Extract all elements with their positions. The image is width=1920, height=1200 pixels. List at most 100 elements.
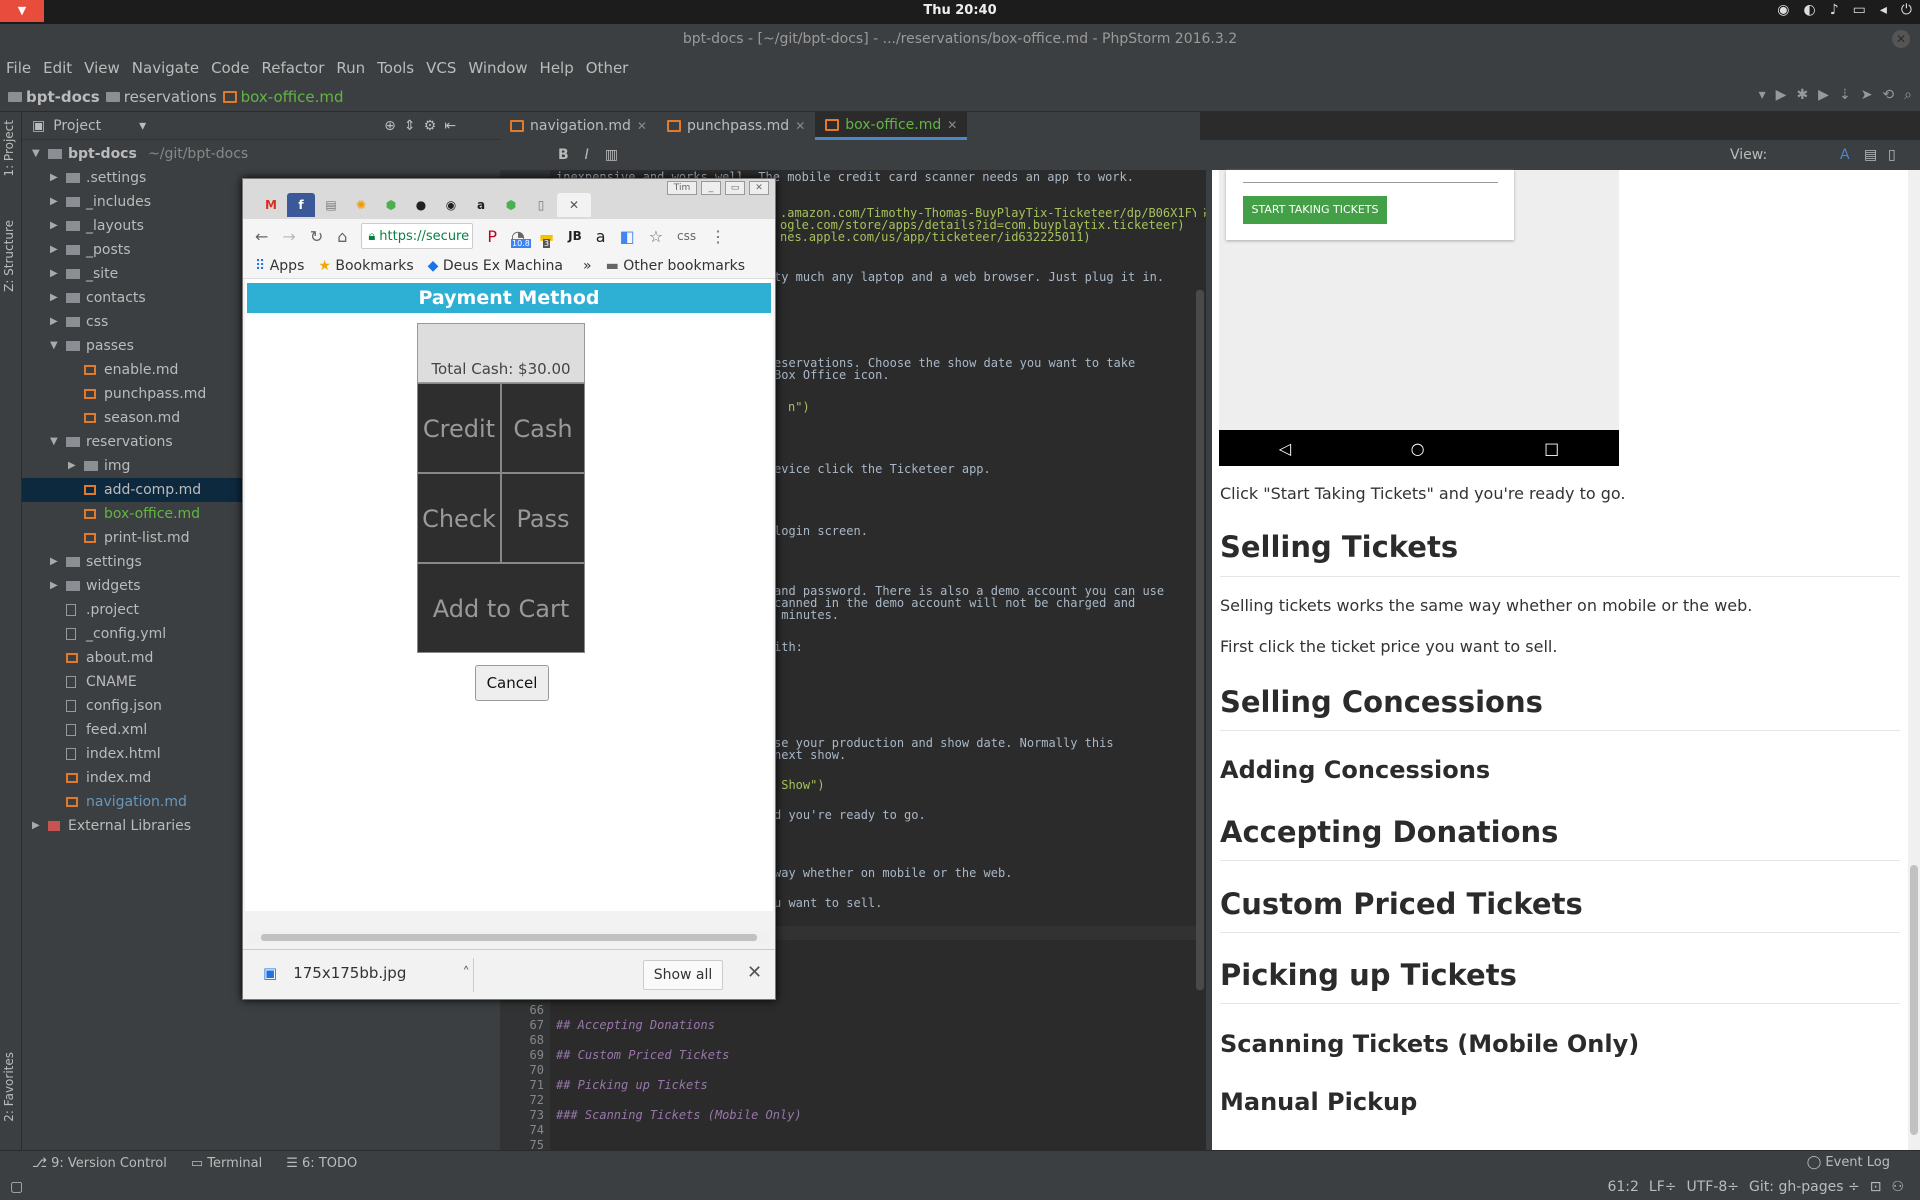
collapsed-arrow-icon[interactable]: ▶ [50, 214, 58, 238]
menu-icon[interactable]: ⋮ [710, 227, 726, 246]
document-tab-icon[interactable]: ▯ [527, 193, 555, 217]
close-icon[interactable]: ✕ [747, 962, 762, 983]
jetbrains-extension-icon[interactable]: JB [568, 229, 582, 243]
history-icon[interactable]: ⟲ [1882, 87, 1894, 103]
scrollbar-thumb[interactable] [261, 934, 757, 941]
menu-navigate[interactable]: Navigate [132, 59, 199, 77]
project-view-selector[interactable]: Project [53, 118, 101, 134]
expanded-arrow-icon[interactable]: ▼ [50, 334, 58, 358]
collapsed-arrow-icon[interactable]: ▶ [32, 814, 40, 838]
file-encoding[interactable]: UTF-8÷ [1687, 1179, 1740, 1195]
menu-file[interactable]: File [6, 59, 31, 77]
extension-tab-icon[interactable]: ⬢ [377, 193, 405, 217]
menu-run[interactable]: Run [336, 59, 365, 77]
collapse-icon[interactable]: ⇕ [404, 118, 416, 134]
tool-tab-favorites[interactable]: 2: Favorites [2, 1052, 16, 1122]
menu-code[interactable]: Code [211, 59, 249, 77]
horizontal-scrollbar[interactable] [249, 931, 769, 943]
caret-position[interactable]: 61:2 [1607, 1179, 1638, 1195]
bookmark-apps[interactable]: ⠿ Apps [255, 258, 304, 274]
github-tab-icon[interactable]: ● [407, 193, 435, 217]
facebook-tab-icon[interactable]: f [287, 193, 315, 217]
line-separator[interactable]: LF÷ [1649, 1179, 1677, 1195]
amazon-tab-icon[interactable]: a [467, 193, 495, 217]
bold-button[interactable]: B [558, 147, 569, 163]
folder-extension-icon[interactable]: ▬ 3 [539, 227, 554, 248]
expanded-arrow-icon[interactable]: ▼ [32, 142, 40, 166]
menu-window[interactable]: Window [468, 59, 527, 77]
hide-icon[interactable]: ⇤ [444, 118, 456, 134]
network-tray-icon[interactable]: ◐ [1804, 2, 1816, 18]
menu-tools[interactable]: Tools [377, 59, 414, 77]
view-preview-icon[interactable]: ▯ [1888, 147, 1896, 163]
collapsed-arrow-icon[interactable]: ▶ [50, 550, 58, 574]
code-icon[interactable]: ▥ [605, 147, 618, 163]
sync-icon[interactable]: ⊕ [384, 118, 396, 134]
gmail-tab-icon[interactable]: M [257, 193, 285, 217]
volume-icon[interactable]: ♪ [1830, 2, 1839, 18]
preview-scrollbar[interactable] [1908, 170, 1920, 1150]
translate-extension-icon[interactable]: ◧ [620, 227, 635, 246]
collapsed-arrow-icon[interactable]: ▶ [50, 574, 58, 598]
expanded-arrow-icon[interactable]: ▼ [50, 430, 58, 454]
breadcrumb-reservations[interactable]: reservations [105, 88, 217, 106]
run-config-dropdown[interactable]: ▾ [1759, 87, 1766, 103]
star-icon[interactable]: ☆ [649, 227, 663, 246]
css-extension-icon[interactable]: css [677, 229, 696, 243]
pass-button[interactable]: Pass [501, 473, 585, 563]
sound-indicator-icon[interactable]: ◂ [1880, 2, 1887, 18]
add-to-cart-button[interactable]: Add to Cart [417, 563, 585, 653]
collapsed-arrow-icon[interactable]: ▶ [50, 262, 58, 286]
version-control-tab[interactable]: ⎇ 9: Version Control [32, 1156, 167, 1171]
credit-button[interactable]: Credit [417, 383, 501, 473]
address-bar[interactable]: 🔒︎ https://secure [361, 223, 474, 249]
display-icon[interactable]: ▭ [1853, 2, 1866, 18]
extension-tab-icon[interactable]: ⬢ [497, 193, 525, 217]
forward-icon[interactable]: → [282, 227, 295, 246]
pinterest-extension-icon[interactable]: P [487, 227, 497, 246]
check-button[interactable]: Check [417, 473, 501, 563]
bookmark-deus-ex-machina[interactable]: ◆ Deus Ex Machina [428, 258, 563, 274]
breadcrumb-file[interactable]: box-office.md [222, 88, 344, 106]
terminal-tab[interactable]: ▭ Terminal [191, 1156, 262, 1171]
amazon-extension-icon[interactable]: a [596, 227, 606, 246]
vcs-commit-icon[interactable]: ➤ [1861, 87, 1873, 103]
reload-icon[interactable]: ↻ [310, 227, 323, 246]
gauge-extension-icon[interactable]: ◔ 10.8 [511, 227, 531, 248]
close-icon[interactable]: ✕ [637, 119, 647, 133]
scrollbar-thumb[interactable] [1196, 290, 1204, 990]
collapsed-arrow-icon[interactable]: ▶ [50, 310, 58, 334]
sun-tab-icon[interactable]: ✺ [347, 193, 375, 217]
breadcrumb-project[interactable]: bpt-docs [8, 88, 100, 106]
chevron-down-icon[interactable]: ▾ [139, 118, 146, 134]
chrome-tray-icon[interactable]: ◉ [1777, 2, 1789, 18]
editor-scrollbar[interactable] [1196, 170, 1204, 990]
tree-item[interactable]: ▼ bpt-docs ~/git/bpt-docs [22, 142, 500, 166]
system-clock[interactable]: Thu 20:40 [0, 3, 1920, 18]
menu-view[interactable]: View [84, 59, 120, 77]
tool-tab-project[interactable]: 1: Project [2, 120, 16, 177]
scrollbar-thumb[interactable] [1910, 865, 1918, 1135]
download-item[interactable]: ▣ 175x175bb.jpg ˄ [263, 964, 470, 982]
tool-tab-structure[interactable]: Z: Structure [2, 220, 16, 292]
debug-icon[interactable]: ✱ [1796, 87, 1808, 103]
menu-refactor[interactable]: Refactor [261, 59, 324, 77]
menu-help[interactable]: Help [540, 59, 574, 77]
chevron-up-icon[interactable]: ˄ [462, 964, 470, 982]
collapsed-arrow-icon[interactable]: ▶ [50, 286, 58, 310]
back-icon[interactable]: ← [255, 227, 268, 246]
tab-navigation[interactable]: navigation.md ✕ [500, 112, 657, 140]
collapsed-arrow-icon[interactable]: ▶ [50, 238, 58, 262]
bookmark-bookmarks[interactable]: ★ Bookmarks [318, 258, 413, 274]
menu-edit[interactable]: Edit [43, 59, 72, 77]
vcs-update-icon[interactable]: ⇣ [1839, 87, 1851, 103]
collapsed-arrow-icon[interactable]: ▶ [50, 166, 58, 190]
show-all-downloads-button[interactable]: Show all [643, 960, 723, 990]
minimize-button[interactable]: _ [701, 181, 721, 195]
window-close-button[interactable]: ✕ [1892, 30, 1910, 48]
inspector-icon[interactable]: ⚇ [1891, 1179, 1904, 1195]
italic-button[interactable]: I [585, 147, 589, 163]
close-icon[interactable]: ✕ [795, 119, 805, 133]
power-icon[interactable]: ⏻ [1901, 2, 1912, 18]
menu-other[interactable]: Other [586, 59, 629, 77]
